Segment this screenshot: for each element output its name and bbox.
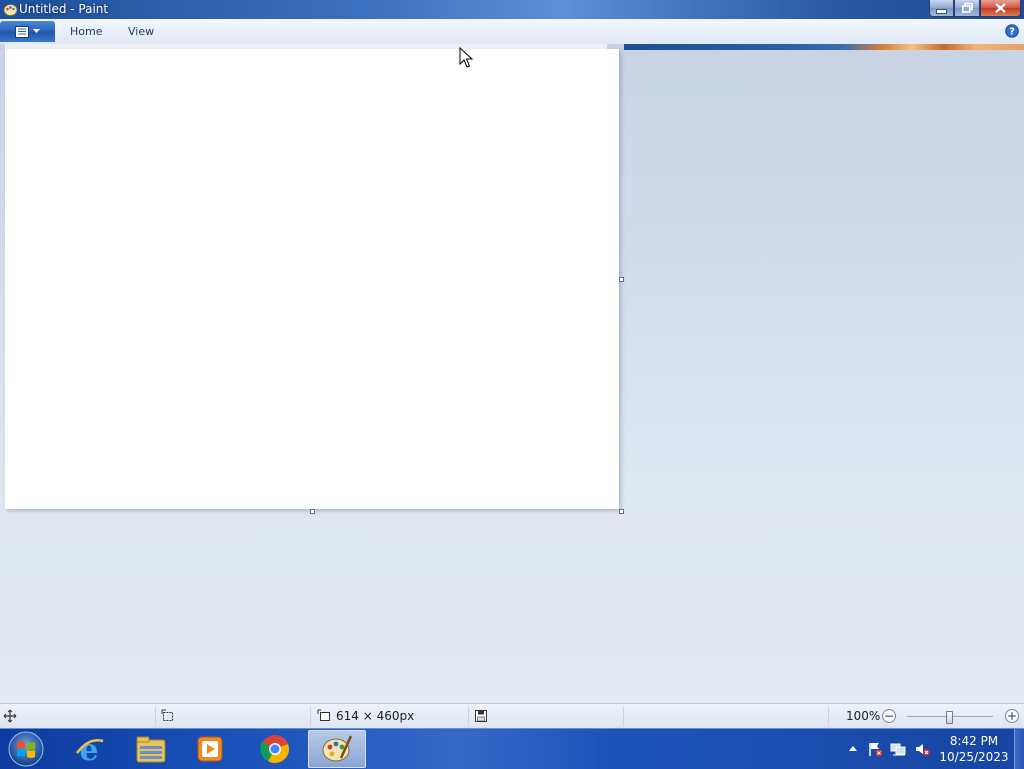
taskbar-clock[interactable]: 8:42 PM 10/25/2023 [937,733,1011,765]
minimize-button[interactable] [929,0,954,17]
resize-handle-bottom[interactable] [310,509,315,514]
plus-icon: + [1006,709,1018,723]
action-center-flag-icon[interactable] [867,741,883,757]
volume-muted-icon[interactable] [914,741,930,757]
show-desktop-button[interactable] [1014,729,1024,769]
status-separator [310,707,311,726]
zoom-in-button[interactable]: + [1005,709,1019,723]
close-icon [995,3,1006,13]
windows-start-icon[interactable] [7,730,45,768]
clock-time: 8:42 PM [949,734,999,748]
taskbar-item-paint[interactable] [308,730,366,768]
ie-icon: e [76,733,104,765]
decorative-banner [624,44,1024,50]
selection-size-icon [161,709,173,721]
restore-icon [961,3,973,13]
taskbar-item-windows-explorer[interactable] [123,730,179,768]
taskbar-item-google-chrome[interactable] [247,730,303,768]
ribbon-tab-bar: Home View ? [0,19,1024,45]
zoom-slider-thumb[interactable] [946,711,953,724]
paint-app-icon[interactable] [3,2,18,17]
tab-home[interactable]: Home [70,25,102,38]
file-size-icon [475,710,487,722]
paint-menu-button[interactable] [0,21,55,42]
title-bar[interactable]: Untitled - Paint [0,0,1024,19]
paint-icon [322,735,353,762]
media-player-icon [197,736,223,762]
canvas-size-icon [317,709,330,721]
drawing-canvas[interactable] [5,49,619,509]
show-hidden-icons-icon[interactable] [845,741,861,757]
minimize-icon [936,9,947,14]
resize-handle-corner[interactable] [619,509,624,514]
canvas-dimensions: 614 × 460px [336,709,415,723]
folder-icon [136,736,166,763]
svg-text:?: ? [1009,27,1015,38]
taskbar-item-media-player[interactable] [182,730,238,768]
chevron-down-icon [33,29,40,33]
tab-view[interactable]: View [128,25,154,38]
chrome-icon [260,735,290,763]
resize-handle-right[interactable] [619,277,624,282]
zoom-out-button[interactable]: − [882,709,896,723]
status-separator [468,707,469,726]
zoom-level: 100% [846,709,881,723]
clock-date: 10/25/2023 [939,750,1009,764]
window-title: Untitled - Paint [19,2,109,16]
status-separator [828,707,829,726]
restore-button[interactable] [954,0,980,17]
taskbar-item-internet-explorer[interactable]: e [61,730,117,768]
mouse-cursor-icon [459,47,473,68]
status-bar: 614 × 460px 100% − + [0,703,1024,729]
cursor-position-icon [3,709,17,723]
svg-text:e: e [79,733,98,765]
close-button[interactable] [980,0,1021,17]
status-separator [155,707,156,726]
minus-icon: − [883,709,895,723]
help-icon[interactable]: ? [1005,24,1019,38]
paint-menu-icon [15,25,29,38]
status-separator [623,707,624,726]
network-icon[interactable] [890,741,906,757]
taskbar: e 8:42 PM 10/25/2023 [0,728,1024,769]
